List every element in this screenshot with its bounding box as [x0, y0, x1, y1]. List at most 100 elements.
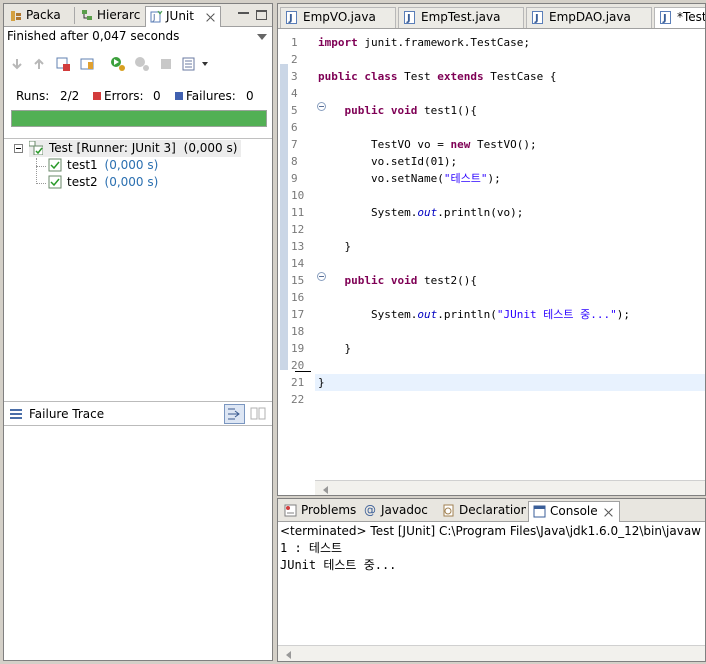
line-number: 11: [291, 206, 305, 219]
line-number: 2: [291, 53, 298, 66]
tab-label: *Test: [677, 10, 706, 24]
show-failures-only-icon[interactable]: [55, 56, 71, 72]
tab-separator: [74, 7, 75, 24]
line-number: 22: [291, 393, 305, 406]
filter-stack-trace-button[interactable]: [224, 404, 245, 424]
editor-tab-bar: EmpVO.java EmpTest.java EmpDAO.java *Tes…: [278, 4, 706, 29]
line-number: 4: [291, 87, 298, 100]
error-icon: [93, 92, 101, 100]
scroll-lock-icon[interactable]: [79, 56, 95, 72]
console-tab-bar: Problems @ Javadoc Declaration Console: [278, 499, 705, 522]
tab-label: JUnit: [166, 9, 194, 23]
tab-label: EmpTest.java: [421, 10, 501, 24]
code-text-area[interactable]: import junit.framework.TestCase; public …: [295, 30, 705, 482]
line-number: 16: [291, 291, 305, 304]
tab-label: Problems: [301, 503, 357, 517]
code-editor: EmpVO.java EmpTest.java EmpDAO.java *Tes…: [277, 3, 706, 496]
minimize-icon[interactable]: [238, 10, 249, 14]
failures-value: 0: [246, 89, 254, 103]
run-status-text: Finished after 0,047 seconds: [7, 29, 180, 43]
previous-failure-icon[interactable]: [31, 56, 47, 72]
console-output-line: JUnit 테스트 중...: [280, 558, 397, 572]
tab-package-explorer[interactable]: Packa: [6, 6, 70, 26]
tab-label: Hierarc: [97, 8, 141, 22]
line-number: 3: [291, 70, 298, 83]
compare-results-icon[interactable]: [250, 406, 266, 422]
line-number: 12: [291, 223, 305, 236]
tab-junit[interactable]: J JUnit: [145, 6, 221, 27]
svg-text:J: J: [152, 13, 155, 22]
history-dropdown-icon[interactable]: [202, 62, 208, 66]
code-line: }: [318, 376, 325, 389]
line-number: 15: [291, 274, 305, 287]
view-menu-icon[interactable]: [257, 34, 267, 40]
tree-line: [36, 183, 46, 184]
maximize-icon[interactable]: [256, 10, 267, 20]
stop-icon[interactable]: [158, 56, 174, 72]
rerun-test-icon[interactable]: [110, 56, 126, 72]
package-explorer-icon: [11, 11, 21, 21]
divider: [4, 138, 272, 139]
tab-label: EmpDAO.java: [549, 10, 631, 24]
test-suite-pass-icon: [29, 141, 43, 155]
left-tab-bar: Packa Hierarc J JUnit: [4, 4, 272, 27]
tree-line: [36, 158, 37, 184]
line-number: 5: [291, 104, 298, 117]
scroll-left-icon[interactable]: [323, 486, 328, 494]
horizontal-scrollbar[interactable]: [278, 645, 705, 661]
line-number: 9: [291, 172, 298, 185]
code-line: }: [344, 342, 352, 355]
line-number: 18: [291, 325, 305, 338]
junit-icon: J: [150, 10, 163, 23]
rerun-failed-first-icon[interactable]: [134, 56, 150, 72]
test-pass-icon: [48, 158, 62, 172]
tab-javadoc[interactable]: @ Javadoc: [360, 501, 436, 522]
runs-label: Runs:: [16, 89, 50, 103]
line-number: 6: [291, 121, 298, 134]
quick-diff-ruler: [278, 30, 288, 482]
code-line: vo.setId(01);: [370, 155, 458, 168]
line-number: 10: [291, 189, 305, 202]
collapse-toggle-icon[interactable]: [14, 144, 23, 153]
close-icon[interactable]: [206, 13, 215, 22]
code-line: public class Test extends TestCase {: [318, 70, 557, 83]
line-number: 7: [291, 138, 298, 151]
line-number: 8: [291, 155, 298, 168]
tree-item-test2[interactable]: test2 (0,000 s): [48, 174, 158, 191]
tree-item-time: (0,000 s): [104, 175, 159, 189]
next-failure-icon[interactable]: [9, 56, 25, 72]
close-icon[interactable]: [604, 508, 613, 517]
change-marker: [280, 64, 288, 370]
code-line: public void test1(){: [344, 104, 477, 117]
test-run-history-icon[interactable]: [181, 56, 197, 72]
tree-line: [36, 166, 46, 167]
progress-bar: [11, 110, 267, 127]
tab-declaration[interactable]: Declaration: [438, 501, 526, 522]
declaration-icon: [443, 504, 454, 517]
failures-label: Failures:: [186, 89, 236, 103]
problems-icon: [284, 504, 297, 517]
failure-icon: [175, 92, 183, 100]
junit-view: Packa Hierarc J JUnit Finished after 0,0…: [3, 3, 273, 661]
tab-label: Packa: [26, 8, 61, 22]
tab-emptest-java[interactable]: EmpTest.java: [398, 7, 524, 28]
progress-fill: [12, 111, 266, 126]
line-number: 1: [291, 36, 298, 49]
line-number: 21: [291, 376, 305, 389]
tree-item-test1[interactable]: test1 (0,000 s): [48, 157, 158, 174]
code-line: System.out.println("JUnit 테스트 중...");: [370, 308, 631, 321]
tab-problems[interactable]: Problems: [280, 501, 358, 522]
line-number-ruler: 1 2 3 4 5 6 7 8 9 10 11 12 13 14 15 16 1…: [288, 30, 326, 482]
tab-console[interactable]: Console: [528, 501, 620, 522]
tab-test-java[interactable]: *Test: [654, 7, 706, 28]
line-number: 14: [291, 257, 305, 270]
line-number: 17: [291, 308, 305, 321]
tab-label: Declaration: [459, 503, 526, 517]
tab-hierarchy[interactable]: Hierarc: [77, 6, 143, 26]
tab-empdao-java[interactable]: EmpDAO.java: [526, 7, 652, 28]
code-line: TestVO vo = new TestVO();: [370, 138, 537, 151]
horizontal-scrollbar[interactable]: [315, 480, 705, 495]
java-file-icon: [286, 9, 297, 28]
tree-item-test-suite[interactable]: Test [Runner: JUnit 3] (0,000 s): [29, 140, 242, 157]
tab-empvo-java[interactable]: EmpVO.java: [280, 7, 396, 28]
